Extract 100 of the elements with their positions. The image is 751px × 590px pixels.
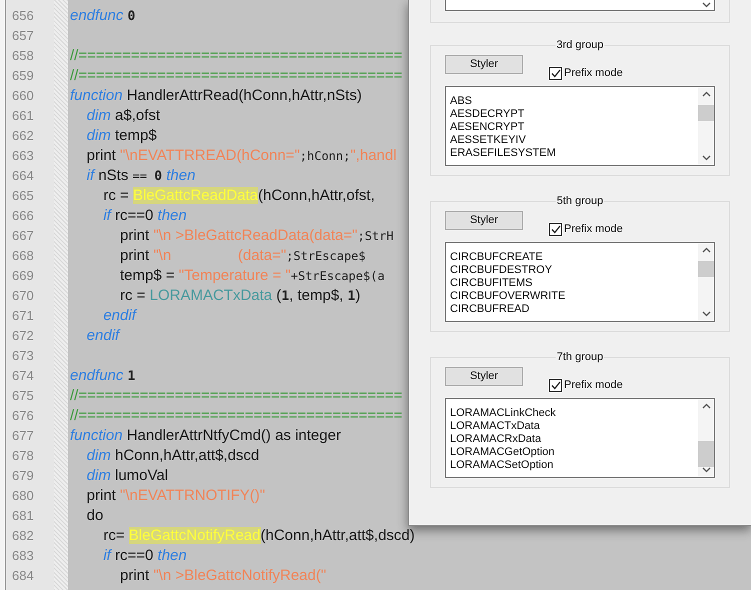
chevron-up-icon[interactable] [702,246,710,252]
list-item[interactable]: LORAMACGetOption [450,446,698,458]
list-item[interactable]: ERASEFILESYSTEM [450,146,698,160]
line-number: 658 [11,47,35,65]
chevron-up-icon[interactable] [702,90,710,96]
line-number: 666 [11,207,35,225]
keyword-list[interactable]: ABS AESDECRYPT AESENCRYPT AESSETKEYIV ERASEFILESYSTEM [445,86,715,166]
chevron-up-icon[interactable] [702,402,710,408]
line-number: 677 [11,427,35,445]
scroll-thumb[interactable] [698,260,714,276]
group-title: 7th group [556,350,604,364]
code-line: dim lumoVal [86,467,168,485]
list-item[interactable]: LORAMACTxData [450,420,698,432]
styler-button[interactable]: Styler [445,211,523,230]
prefix-checkbox[interactable]: Prefix mode [549,221,623,238]
line-number: 665 [11,187,35,205]
check-icon [550,68,560,78]
line-number: 683 [11,547,35,565]
code-line: if nSts == 0 then [86,166,196,186]
code-line: print "\n (data=";StrEscape$ [119,247,366,265]
code-line: dim a$,ofst [86,107,160,125]
line-number: 680 [11,487,35,505]
prefix-checkbox[interactable]: Prefix mode [549,65,623,82]
group-title: 3rd group [555,38,605,52]
line-number: 669 [11,267,35,285]
chevron-down-icon[interactable] [702,154,710,160]
code-line: dim temp$ [86,127,157,145]
code-line: do [86,507,104,525]
chevron-down-icon[interactable] [702,310,710,316]
code-line: //===================================== [70,67,402,85]
list-item[interactable]: CIRCBUFITEMS [450,276,698,290]
line-number: 657 [11,27,35,45]
list-item[interactable]: AESENCRYPT [450,120,698,134]
line-number: 672 [11,327,35,345]
line-number: 671 [11,307,35,325]
prefix-checkbox[interactable]: Prefix mode [549,377,623,394]
list-item[interactable]: CIRCBUFREAD [450,302,698,316]
line-number: 663 [11,147,35,165]
code-line: if rc==0 then [102,207,187,225]
line-number: 684 [11,567,35,585]
code-line: temp$ = "Temperature = "+StrEscape$(a [119,267,385,285]
check-icon [550,380,560,390]
scroll-thumb[interactable] [698,440,714,466]
styler-button[interactable]: Styler [445,55,523,74]
list-item[interactable]: AESDECRYPT [450,108,698,120]
line-number: 659 [11,67,35,85]
code-line: //===================================== [70,407,402,425]
line-number: 675 [11,387,35,405]
line-number: 664 [11,167,35,185]
code-line: print "\nEVATTRREAD(hConn=";hConn;",handl [86,147,397,165]
chevron-down-icon[interactable] [702,2,710,8]
line-number: 678 [11,447,35,465]
code-line: //===================================== [70,47,402,65]
keyword-list[interactable] [445,0,715,11]
list-item[interactable]: LORAMACLinkCheck [450,406,698,420]
line-number: 673 [11,347,35,365]
line-number: 682 [11,527,35,545]
code-line: if rc==0 then [102,547,187,565]
line-number: 662 [11,127,35,145]
code-line: print "\n >BleGattcReadData(data=";StrH [119,227,394,245]
line-number: 681 [11,507,35,525]
code-line: function HandlerAttrNtfyCmd() as integer [70,427,341,445]
keyword-list[interactable]: LORAMACLinkCheck LORAMACTxData LORAMACRxData LORAMACGetOption LORAMACSetOption [445,398,715,478]
scrollbar[interactable] [698,398,714,476]
code-line: dim hConn,hAttr,att$,dscd [86,447,260,465]
line-number: 667 [11,227,35,245]
code-line: rc = BleGattcReadData(hConn,hAttr,ofst, [102,187,375,205]
list-item[interactable]: AESSETKEYIV [450,134,698,146]
line-number: 674 [11,367,35,385]
list-item[interactable]: ABS [450,94,698,108]
list-item[interactable]: CIRCBUFCREATE [450,250,698,264]
group-title: 5th group [556,194,604,208]
chevron-down-icon[interactable] [702,466,710,472]
scrollbar[interactable] [698,242,714,320]
code-line: rc = LORAMACTxData (1, temp$, 1) [119,286,360,306]
styler-button[interactable]: Styler [445,367,523,386]
code-line: endfunc 0 [70,6,136,26]
line-number: 668 [11,247,35,265]
line-number: 679 [11,467,35,485]
code-line: print "\nEVATTRNOTIFY()" [86,487,266,505]
line-number: 670 [11,287,35,305]
code-line: print "\n >BleGattcNotifyRead(" [119,567,326,585]
list-item[interactable]: LORAMACRxData [450,432,698,446]
line-number: 660 [11,87,35,105]
scrollbar[interactable] [698,86,714,164]
keyword-list[interactable]: CIRCBUFCREATE CIRCBUFDESTROY CIRCBUFITEMS CIRCBUFOVERWRITE CIRCBUFREAD [445,242,715,322]
code-line: function HandlerAttrRead(hConn,hAttr,nSts) [70,87,362,105]
code-line: endif [102,307,136,325]
code-line: endfunc 1 [70,366,136,386]
list-item[interactable]: CIRCBUFDESTROY [450,264,698,276]
code-line: endif [86,327,120,345]
check-icon [550,224,560,234]
code-line: rc= BleGattcNotifyRead(hConn,hAttr,att$,dscd) [102,527,415,545]
line-number: 656 [11,7,35,25]
line-number: 676 [11,407,35,425]
scroll-thumb[interactable] [698,104,714,120]
code-line: //===================================== [70,387,402,405]
list-item[interactable]: LORAMACSetOption [450,458,698,472]
line-number: 661 [11,107,35,125]
list-item[interactable]: CIRCBUFOVERWRITE [450,290,698,302]
